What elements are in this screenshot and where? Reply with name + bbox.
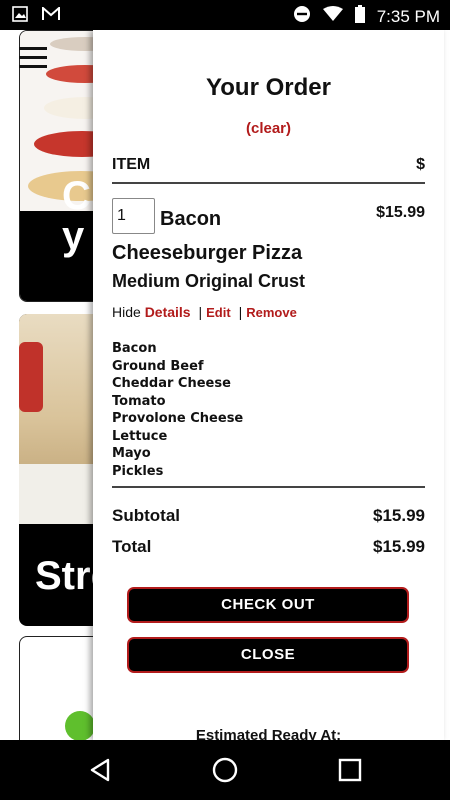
item-actions: Hide Details | Edit | Remove <box>112 304 297 320</box>
toppings-list: Bacon Ground Beef Cheddar Cheese Tomato … <box>112 340 243 480</box>
remove-link[interactable]: Remove <box>246 305 297 320</box>
sauce-cup <box>19 342 43 412</box>
home-icon[interactable] <box>211 756 239 784</box>
order-panel: Your Order (clear) ITEM $ Bacon Cheesebu… <box>93 30 444 740</box>
close-button[interactable]: CLOSE <box>127 637 409 673</box>
topping-item: Provolone Cheese <box>112 411 244 426</box>
subtotal-label: Subtotal <box>112 506 180 525</box>
hide-label[interactable]: Hide <box>112 304 141 320</box>
details-link[interactable]: Details <box>145 304 191 320</box>
gmail-icon <box>42 5 60 26</box>
price-column-label: $ <box>416 156 425 173</box>
topping-item: Lettuce <box>112 428 168 444</box>
wifi-icon <box>322 6 343 27</box>
battery-icon <box>354 5 365 28</box>
item-size-crust: Medium Original Crust <box>112 271 306 291</box>
divider <box>112 486 425 488</box>
pepper-image <box>65 711 95 740</box>
separator: | <box>238 304 243 320</box>
item-column-label: ITEM <box>112 156 151 173</box>
quantity-input[interactable]: 1 <box>112 198 155 234</box>
topping-item: Cheddar Cheese <box>112 376 231 391</box>
item-price: $15.99 <box>376 204 425 221</box>
estimated-ready-label: Estimated Ready At: <box>195 727 342 740</box>
status-bar: 7:35 PM <box>0 0 450 30</box>
topping-item: Ground Beef <box>112 358 204 374</box>
total-value: $15.99 <box>373 537 425 556</box>
image-icon <box>12 6 28 27</box>
topping-item: Pickles <box>112 463 164 479</box>
clear-order-link[interactable]: (clear) <box>93 120 444 137</box>
total-label: Total <box>112 537 152 556</box>
topping-item: Tomato <box>112 393 166 409</box>
separator: | <box>198 304 203 320</box>
recents-icon[interactable] <box>336 756 364 784</box>
order-title: Your Order <box>206 74 331 101</box>
topping-item: Bacon <box>112 341 157 356</box>
topping-item: Mayo <box>112 446 151 461</box>
do-not-disturb-icon <box>293 5 311 28</box>
subtotal-value: $15.99 <box>373 506 425 525</box>
check-out-button[interactable]: CHECK OUT <box>127 587 409 623</box>
back-icon[interactable] <box>86 756 114 784</box>
status-time: 7:35 PM <box>376 6 440 26</box>
hamburger-menu-icon[interactable] <box>19 47 47 69</box>
column-header: ITEM $ <box>112 156 425 184</box>
edit-link[interactable]: Edit <box>206 305 231 320</box>
navigation-bar <box>0 740 450 800</box>
